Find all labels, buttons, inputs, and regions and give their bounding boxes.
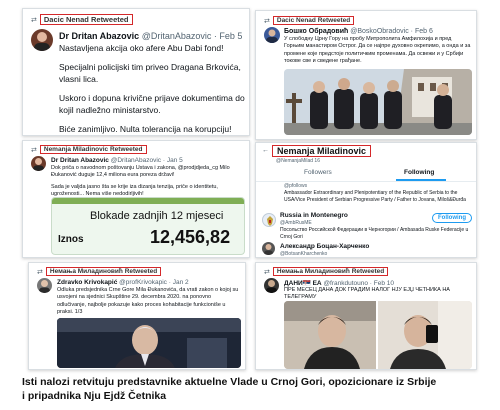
tweet-line: Uskoro i dopuna krivične prijave dokumen… bbox=[59, 93, 245, 115]
author-name[interactable]: ДАНИ🇷🇸 EA bbox=[284, 280, 322, 287]
banner-value: 12,456,82 bbox=[150, 227, 231, 247]
list-item-desc: Ambassador Extraordinary and Plenipotent… bbox=[284, 190, 466, 203]
banner-label: Iznos bbox=[58, 234, 84, 245]
author-handle[interactable]: @DritanAbazovic · Jan 5 bbox=[111, 157, 183, 164]
avatar[interactable] bbox=[262, 242, 275, 255]
tweet-image-banner[interactable]: Blokade zadnjih 12 mjeseci Iznos 12,456,… bbox=[51, 197, 245, 255]
back-arrow-icon[interactable]: ← bbox=[262, 147, 269, 154]
image-caption: Isti nalozi retvituju predstavnike aktue… bbox=[22, 375, 482, 403]
tweet-text: Nastavljena akcija oko afere Abu Dabi fo… bbox=[59, 43, 245, 135]
tweet-photo-right[interactable] bbox=[378, 301, 472, 369]
list-item-handle: @pfollows bbox=[284, 183, 308, 189]
tweet-author-line: ДАНИ🇷🇸 EA @frankdutouno · Feb 10 bbox=[284, 279, 394, 287]
profile-title[interactable]: Nemanja Miladinovic bbox=[272, 145, 372, 157]
retweet-header: ⇄ Nemanja Miladinovic Retweeted bbox=[31, 145, 147, 154]
tweet-card-krivokapic[interactable]: ⇄ Немања Миладиновић Retweeted Zdravko K… bbox=[28, 262, 246, 370]
retweet-header: ⇄ Dacic Nenad Retweeted bbox=[264, 16, 355, 25]
tweet-text: Dok priča o navodnom poštovanju Ustava i… bbox=[51, 165, 230, 179]
retweeted-by-label[interactable]: Немања Миладиновић Retweeted bbox=[272, 267, 389, 276]
tweet-photo[interactable] bbox=[284, 69, 472, 135]
tweet-line: Nastavljena akcija oko afere Abu Dabi fo… bbox=[59, 43, 224, 53]
avatar[interactable] bbox=[31, 156, 46, 171]
retweet-icon: ⇄ bbox=[264, 17, 270, 25]
russia-emblem-icon[interactable] bbox=[262, 213, 276, 227]
retweeted-by-label[interactable]: Nemanja Miladinovic Retweeted bbox=[39, 145, 147, 154]
list-item-handle: @AmbRusME bbox=[280, 220, 312, 226]
author-handle[interactable]: @DritanAbazovic · Feb 5 bbox=[142, 31, 243, 41]
retweet-icon: ⇄ bbox=[37, 268, 43, 276]
list-item-desc: Посольство Российской Федерации в Черног… bbox=[280, 227, 469, 239]
caption-line: Isti nalozi retvituju predstavnike aktue… bbox=[22, 376, 437, 388]
profile-subtitle: @NemanjaMilad 16 bbox=[276, 158, 320, 164]
following-button[interactable]: Following bbox=[432, 213, 472, 223]
avatar[interactable] bbox=[264, 278, 279, 293]
tweet-author-line: Dr Dritan Abazovic @DritanAbazovic · Jan… bbox=[51, 157, 183, 164]
retweeted-by-label[interactable]: Dacic Nenad Retweeted bbox=[39, 14, 133, 25]
banner-stripe bbox=[52, 198, 244, 204]
tweet-card-abazovic-top[interactable]: ⇄ Dacic Nenad Retweeted Dr Dritan Abazov… bbox=[22, 8, 250, 136]
author-handle[interactable]: @profKrivokapic · Jan 2 bbox=[119, 279, 188, 286]
author-name[interactable]: Zdravko Krivokapić bbox=[57, 279, 117, 286]
retweet-icon: ⇄ bbox=[264, 268, 270, 276]
retweeted-by-label[interactable]: Dacic Nenad Retweeted bbox=[272, 16, 355, 25]
tweet-card-bosko[interactable]: ⇄ Dacic Nenad Retweeted Бошко Обрадовић … bbox=[255, 10, 477, 140]
tweet-card-abazovic-mid[interactable]: ⇄ Nemanja Miladinovic Retweeted Dr Drita… bbox=[22, 140, 250, 258]
retweet-header: ⇄ Dacic Nenad Retweeted bbox=[31, 14, 133, 25]
author-handle[interactable]: @BoskoObradovic · Feb 6 bbox=[350, 28, 433, 35]
tab-following[interactable]: Following bbox=[404, 169, 434, 176]
tweet-text-block: Dok priča o navodnom poštovanju Ustava i… bbox=[51, 165, 245, 199]
profile-following-card[interactable]: ← Nemanja Miladinovic @NemanjaMilad 16 F… bbox=[255, 142, 477, 258]
tweet-photo-left[interactable] bbox=[284, 301, 376, 369]
author-name[interactable]: Бошко Обрадовић bbox=[284, 28, 348, 35]
retweet-icon: ⇄ bbox=[31, 146, 37, 154]
avatar[interactable] bbox=[31, 29, 53, 51]
retweet-header: ⇄ Немања Миладиновић Retweeted bbox=[264, 267, 389, 276]
author-name[interactable]: Dr Dritan Abazovic bbox=[59, 31, 139, 41]
tab-followers[interactable]: Followers bbox=[304, 169, 332, 176]
tweet-line: Biće zanimljivo. Nulta tolerancija na ko… bbox=[59, 124, 232, 135]
divider bbox=[256, 181, 476, 182]
tweet-author-line: Zdravko Krivokapić @profKrivokapic · Jan… bbox=[57, 279, 189, 286]
avatar[interactable] bbox=[264, 27, 280, 43]
tweet-author-line: Бошко Обрадовић @BoskoObradovic · Feb 6 bbox=[284, 28, 433, 35]
retweet-header: ⇄ Немања Миладиновић Retweeted bbox=[37, 267, 162, 276]
tweet-line: Specijalni policijski tim priveo Dragana… bbox=[59, 62, 241, 84]
tweet-author-line: Dr Dritan Abazovic @DritanAbazovic · Feb… bbox=[59, 31, 242, 41]
tweet-text: У слободну Црну Гору на пробу Митрополит… bbox=[284, 36, 471, 65]
author-name[interactable]: Dr Dritan Abazovic bbox=[51, 157, 109, 164]
tweet-card-dani[interactable]: ⇄ Немања Миладиновић Retweeted ДАНИ🇷🇸 EA… bbox=[255, 262, 477, 370]
author-handle[interactable]: @frankdutouno · Feb 10 bbox=[323, 280, 394, 287]
list-item-handle: @BotsanKharchenko bbox=[280, 251, 328, 257]
retweeted-by-label[interactable]: Немања Миладиновић Retweeted bbox=[45, 267, 162, 276]
caption-line: i pripadnika Nju Ejdž Četnika bbox=[22, 390, 167, 403]
tweet-text: Odluka predsjednika Crne Gore Mila Đukan… bbox=[57, 287, 239, 316]
avatar[interactable] bbox=[37, 278, 52, 293]
retweet-icon: ⇄ bbox=[31, 16, 37, 24]
tweet-photo[interactable] bbox=[57, 318, 241, 368]
tweet-text: ПРЕ МЕСЕЦ ДАНА ДОК ГРАДИМ НАЛОГ НЈУ ЕЈЏ … bbox=[284, 287, 450, 301]
banner-title: Blokade zadnjih 12 mjeseci bbox=[90, 210, 224, 222]
collage: ⇄ Dacic Nenad Retweeted Dr Dritan Abazov… bbox=[0, 0, 500, 410]
